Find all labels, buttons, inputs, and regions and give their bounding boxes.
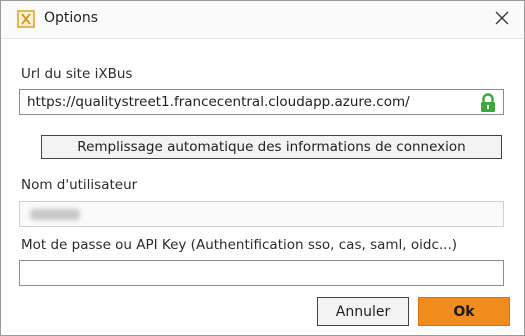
password-field[interactable]: [19, 260, 504, 286]
url-value[interactable]: https://qualitystreet1.francecentral.clo…: [27, 94, 410, 110]
ixbus-logo-icon: [17, 10, 35, 28]
lock-icon: [479, 93, 497, 113]
username-label: Nom d'utilisateur: [21, 177, 138, 193]
autofill-credentials-button[interactable]: Remplissage automatique des informations…: [41, 135, 502, 159]
dialog-content: Url du site iXBus https://qualitystreet1…: [1, 39, 524, 335]
cancel-button[interactable]: Annuler: [317, 297, 409, 326]
username-field[interactable]: [19, 201, 504, 227]
url-label: Url du site iXBus: [21, 66, 133, 82]
ok-button[interactable]: Ok: [418, 297, 510, 326]
close-icon: [495, 10, 509, 29]
close-button[interactable]: [480, 1, 524, 38]
url-field[interactable]: https://qualitystreet1.francecentral.clo…: [19, 89, 504, 115]
blurred-username: [30, 209, 80, 220]
window-title: Options: [44, 10, 99, 26]
options-dialog: Options Url du site iXBus https://qualit…: [0, 0, 525, 336]
title-bar: Options: [1, 1, 524, 39]
password-label: Mot de passe ou API Key (Authentificatio…: [21, 237, 458, 253]
